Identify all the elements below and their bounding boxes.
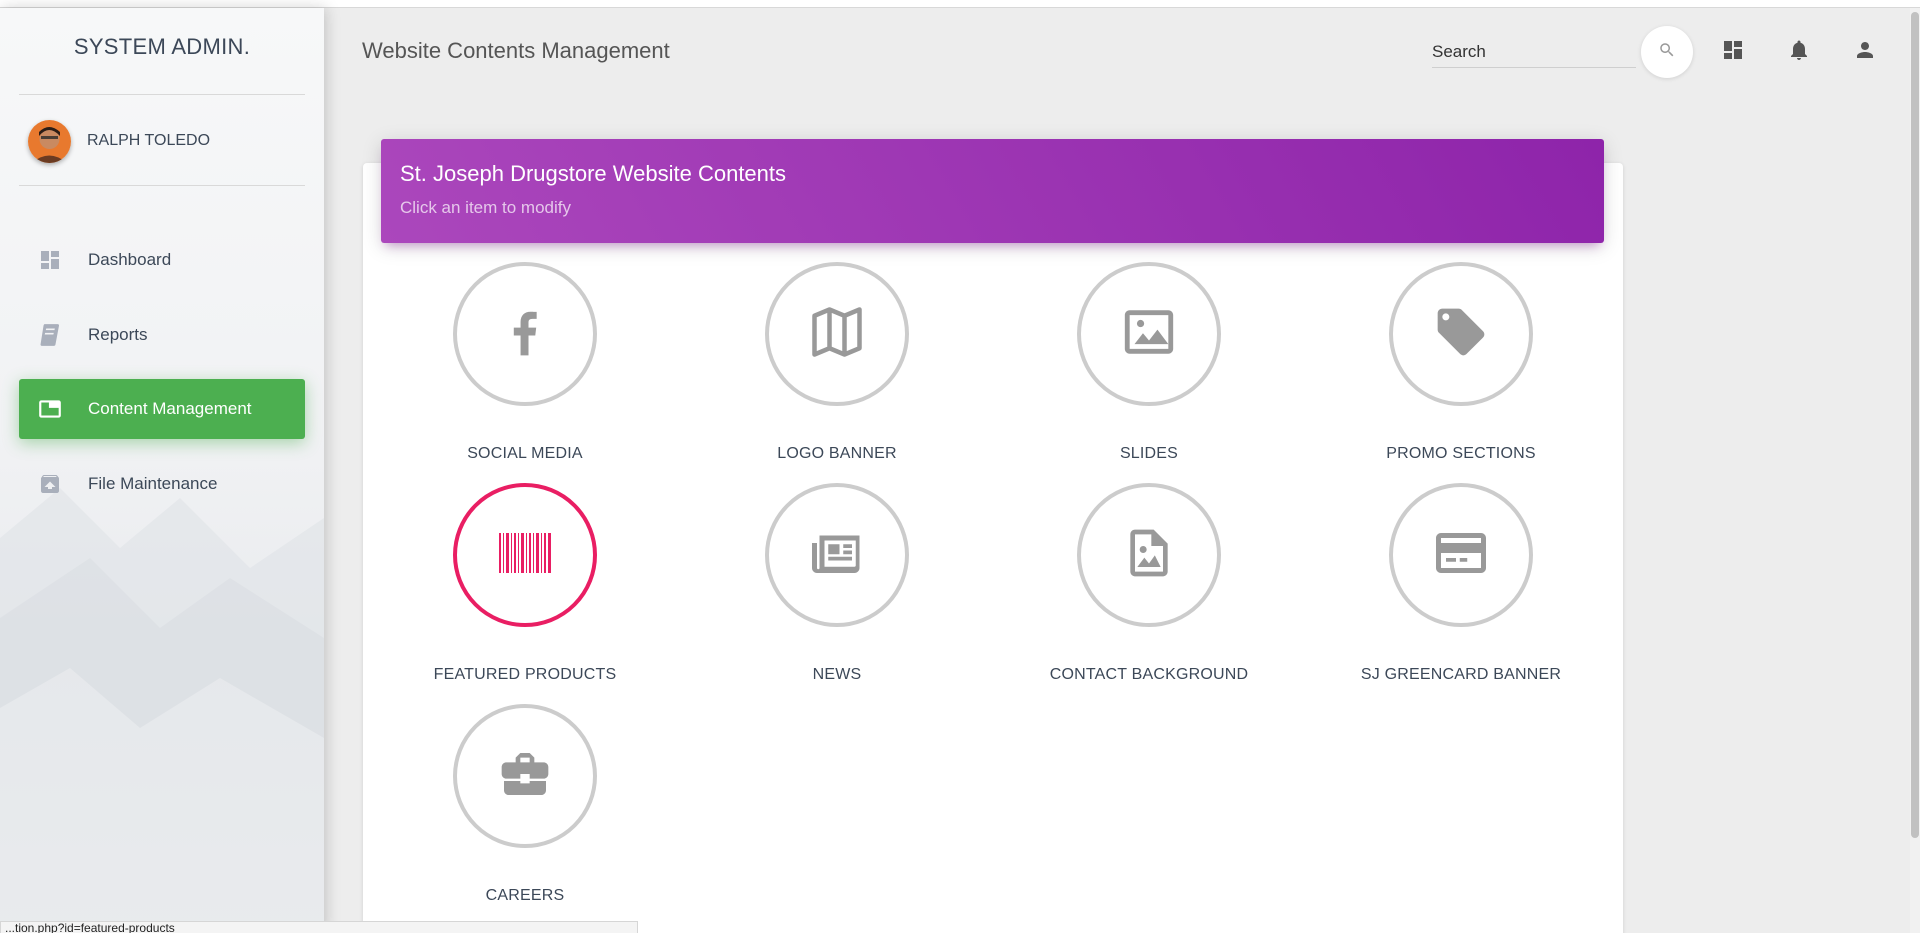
notifications-icon [1787,38,1811,67]
newspaper-icon [807,523,867,588]
tile-label: LOGO BANNER [777,445,897,462]
barcode-icon [499,532,551,578]
sidebar-item-label: Content Management [88,399,252,418]
archive-icon [37,471,63,497]
tile-label: SOCIAL MEDIA [467,445,583,462]
tag-icon [1433,304,1489,365]
notifications-button[interactable] [1783,36,1815,68]
tile-logo-banner[interactable]: LOGO BANNER [716,262,956,472]
facebook-icon [497,304,553,365]
browser-status-bar: ...tion.php?id=featured-products [0,921,638,933]
tile-label: NEWS [812,666,862,683]
book-icon [37,322,63,348]
tile-label: SLIDES [1119,445,1179,462]
tile-news[interactable]: NEWS [716,483,956,693]
sidebar: SYSTEM ADMIN. RALPH TOLEDO Dashboard Rep… [0,8,324,933]
web-window-icon [37,396,63,422]
credit-card-icon [1431,523,1491,588]
tile-label: SJ GREENCARD BANNER [1360,666,1562,683]
user-name: RALPH TOLEDO [87,132,211,149]
dashboard-button[interactable] [1717,36,1749,68]
page-scrollbar-thumb[interactable] [1911,12,1919,838]
search-button[interactable] [1641,26,1693,78]
profile-button[interactable] [1849,36,1881,68]
avatar [28,119,71,163]
sidebar-divider [19,94,305,95]
tile-social-media[interactable]: SOCIAL MEDIA [404,262,644,472]
image-icon [1120,303,1178,366]
sidebar-background-mountain [0,488,324,933]
search-icon [1658,41,1676,64]
user-profile[interactable]: RALPH TOLEDO [28,118,210,164]
card-title: St. Joseph Drugstore Website Contents [400,161,787,186]
tile-circle [1077,262,1221,406]
card-subtitle: Click an item to modify [400,198,571,217]
sidebar-item-label: Dashboard [88,250,172,269]
tile-careers[interactable]: CAREERS [404,704,644,914]
tile-sj-greencard-banner[interactable]: SJ GREENCARD BANNER [1340,483,1580,693]
tile-circle [453,704,597,848]
page-title: Website Contents Management [362,38,670,63]
sidebar-item-dashboard[interactable]: Dashboard [19,230,305,290]
card-header: St. Joseph Drugstore Website Contents Cl… [381,139,1604,243]
search-field[interactable] [1432,36,1636,68]
image-file-icon [1121,525,1177,586]
tile-label: CAREERS [485,887,565,904]
tile-circle [765,483,909,627]
tile-contact-background[interactable]: CONTACT BACKGROUND [1028,483,1268,693]
browser-top-edge [0,0,1920,8]
tile-circle [453,262,597,406]
person-icon [1853,38,1877,67]
tile-circle [1389,262,1533,406]
search-input[interactable] [1432,36,1636,67]
tile-circle [1077,483,1221,627]
tile-label: CONTACT BACKGROUND [1049,666,1249,683]
sidebar-item-label: File Maintenance [88,474,218,493]
tile-label: PROMO SECTIONS [1386,445,1536,462]
tile-circle [453,483,597,627]
sidebar-divider [19,185,305,186]
sidebar-item-content-management[interactable]: Content Management [19,379,305,439]
map-icon [807,302,867,367]
sidebar-item-label: Reports [88,325,148,344]
tile-promo-sections[interactable]: PROMO SECTIONS [1340,262,1580,472]
briefcase-icon [497,746,553,807]
brand-title: SYSTEM ADMIN. [73,34,251,59]
tile-featured-products[interactable]: FEATURED PRODUCTS [404,483,644,693]
tile-circle [765,262,909,406]
dashboard-icon [1721,38,1745,67]
sidebar-item-file-maintenance[interactable]: File Maintenance [19,454,305,514]
dashboard-icon [37,247,63,273]
tile-label: FEATURED PRODUCTS [433,666,617,683]
tile-circle [1389,483,1533,627]
tile-slides[interactable]: SLIDES [1028,262,1268,472]
sidebar-item-reports[interactable]: Reports [19,305,305,365]
